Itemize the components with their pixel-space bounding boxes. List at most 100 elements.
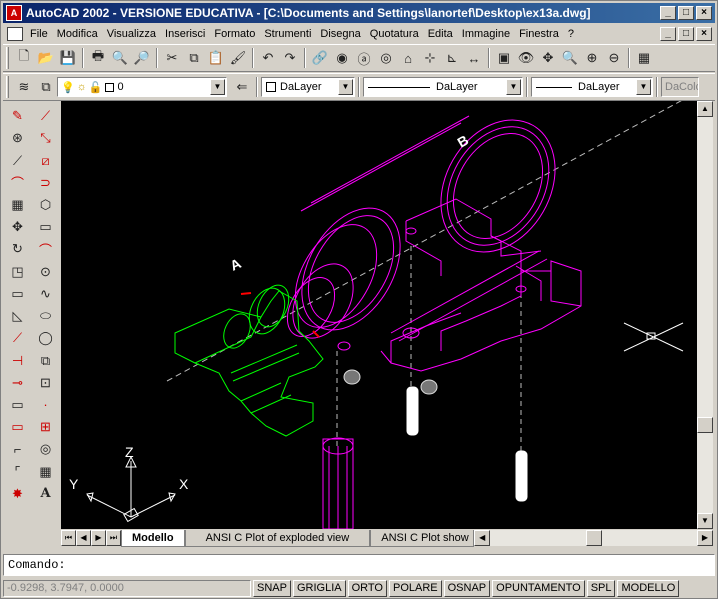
zoom-previous-icon[interactable]: ⊖ <box>603 47 625 69</box>
tab-modello[interactable]: Modello <box>121 529 185 547</box>
doc-restore-button[interactable]: □ <box>678 26 694 41</box>
polar-toggle[interactable]: POLARE <box>388 580 442 597</box>
scroll-down-icon[interactable]: ▼ <box>697 513 713 529</box>
line-icon[interactable]: ✎ <box>7 105 29 127</box>
scale-icon[interactable]: ◳ <box>7 261 29 283</box>
zoom-window-icon[interactable]: ⊕ <box>581 47 603 69</box>
grid-toggle[interactable]: GRIGLIA <box>292 580 346 597</box>
polyline-icon[interactable]: ⌒ <box>7 172 29 194</box>
paste-icon[interactable]: 📋 <box>205 47 227 69</box>
menu-immagine[interactable]: Immagine <box>459 28 516 40</box>
chamfer-icon[interactable]: ▭ <box>7 394 29 416</box>
minimize-button[interactable]: _ <box>660 6 676 20</box>
menu-quotatura[interactable]: Quotatura <box>367 28 425 40</box>
multiline-text-icon[interactable]: A <box>35 483 57 505</box>
osnap-toggle[interactable]: OSNAP <box>443 580 491 597</box>
explode-tool-icon[interactable]: ✸ <box>7 483 29 505</box>
distance-icon[interactable]: ↔ <box>463 47 485 69</box>
fillet-icon[interactable]: ⌐ <box>7 438 29 460</box>
open-file-icon[interactable]: 📂 <box>35 47 57 69</box>
menu-formato[interactable]: Formato <box>211 28 261 40</box>
layer-combo[interactable]: 💡 ☼ 🔓 0 ▼ <box>57 77 227 97</box>
ellipse-arc-icon[interactable]: ◯ <box>35 327 57 349</box>
array-icon[interactable]: ⬡ <box>35 194 57 216</box>
3d-orbit-icon[interactable]: 👁 <box>515 47 537 69</box>
hatch-icon[interactable]: ⊞ <box>35 416 57 438</box>
autocad-online-icon[interactable]: ⓐ <box>353 47 375 69</box>
properties-icon[interactable]: ▦ <box>633 47 655 69</box>
copy-object-icon[interactable]: ⤡ <box>35 127 57 149</box>
menu-modifica[interactable]: Modifica <box>54 28 104 40</box>
layer-previous-icon[interactable]: ⇐ <box>231 76 253 98</box>
table-icon[interactable]: ▦ <box>35 461 57 483</box>
command-line[interactable]: Comando: <box>3 554 715 576</box>
scroll-up-icon[interactable]: ▲ <box>697 101 713 117</box>
named-views-icon[interactable]: ▣ <box>493 47 515 69</box>
ortho-toggle[interactable]: ORTO <box>347 580 387 597</box>
revcloud-icon[interactable]: ▭ <box>35 216 57 238</box>
meet-now-icon[interactable]: ◎ <box>375 47 397 69</box>
scroll-thumb-vertical[interactable] <box>697 417 713 433</box>
construction-line-icon[interactable]: ⊛ <box>7 127 29 149</box>
lineweight-combo[interactable]: DaLayer ▼ <box>531 77 653 97</box>
layer-dropdown-arrow[interactable]: ▼ <box>210 79 225 95</box>
menu-file[interactable]: File <box>27 28 54 40</box>
horizontal-scrollbar[interactable]: ◀ ▶ <box>474 530 713 546</box>
tab-ansi-c-show[interactable]: ANSI C Plot show <box>370 529 475 547</box>
next-tab-icon[interactable]: ▶ <box>91 530 106 546</box>
print-icon[interactable]: 🖶 <box>87 47 109 69</box>
zoom-realtime-icon[interactable]: 🔍 <box>559 47 581 69</box>
doc-close-button[interactable]: × <box>696 26 712 41</box>
close-button[interactable]: × <box>696 6 712 20</box>
linetype-dropdown-arrow[interactable]: ▼ <box>506 79 521 95</box>
offset-icon[interactable]: ⊃ <box>35 172 57 194</box>
toolbar-grip[interactable] <box>6 47 9 69</box>
color-dropdown-arrow[interactable]: ▼ <box>338 79 353 95</box>
menu-inserisci[interactable]: Inserisci <box>162 28 211 40</box>
undo-icon[interactable]: ↶ <box>257 47 279 69</box>
trim-icon[interactable]: ⟋ <box>7 327 29 349</box>
hyperlink-icon[interactable]: 🔗 <box>309 47 331 69</box>
prev-tab-icon[interactable]: ◀ <box>76 530 91 546</box>
first-tab-icon[interactable]: ⏮ <box>61 530 76 546</box>
document-icon[interactable] <box>7 26 23 41</box>
menu-strumenti[interactable]: Strumenti <box>261 28 317 40</box>
publish-icon[interactable]: ⌂ <box>397 47 419 69</box>
drawing-area[interactable]: A B Z Y X <box>61 101 697 529</box>
explode-icon[interactable]: ▭ <box>7 416 29 438</box>
layer-manager-icon[interactable]: ≋ <box>13 76 35 98</box>
scroll-left-icon[interactable]: ◀ <box>474 530 491 546</box>
stretch-icon[interactable]: ◺ <box>7 305 29 327</box>
doc-minimize-button[interactable]: _ <box>660 26 676 41</box>
menu-visualizza[interactable]: Visualizza <box>104 28 162 40</box>
move-icon[interactable]: ✥ <box>7 216 29 238</box>
pan-icon[interactable]: ✥ <box>537 47 559 69</box>
rectangle-icon[interactable]: ▭ <box>7 283 29 305</box>
make-block-icon[interactable]: ⊡ <box>35 372 57 394</box>
color-combo[interactable]: DaLayer ▼ <box>261 77 355 97</box>
vertical-scrollbar[interactable]: ▲ ▼ <box>697 101 713 529</box>
menu-edita[interactable]: Edita <box>425 28 459 40</box>
menu-help[interactable]: ? <box>565 28 580 40</box>
ucs-icon[interactable]: ⊾ <box>441 47 463 69</box>
tab-ansi-c-exploded[interactable]: ANSI C Plot of exploded view <box>184 529 371 547</box>
redo-icon[interactable]: ↷ <box>279 47 301 69</box>
otrack-toggle[interactable]: OPUNTAMENTO <box>492 580 585 597</box>
linetype-combo[interactable]: DaLayer ▼ <box>363 77 523 97</box>
erase-icon[interactable]: ⟋ <box>35 105 57 127</box>
insert-block-icon[interactable]: ⧉ <box>35 349 57 371</box>
menu-finestra[interactable]: Finestra <box>516 28 565 40</box>
today-icon[interactable]: ◉ <box>331 47 353 69</box>
match-properties-icon[interactable]: 🖌 <box>227 47 249 69</box>
polygon-icon[interactable]: ▦ <box>7 194 29 216</box>
maximize-button[interactable]: □ <box>678 6 694 20</box>
point-icon[interactable]: · <box>35 394 57 416</box>
mirror-icon[interactable]: ⧄ <box>35 149 57 171</box>
last-tab-icon[interactable]: ⏭ <box>106 530 121 546</box>
object-snap-icon[interactable]: ⊹ <box>419 47 441 69</box>
coordinate-display[interactable]: -0.9298, 3.7947, 0.0000 <box>3 580 251 597</box>
multiline-icon[interactable]: ⟋ <box>7 149 29 171</box>
circle-icon[interactable]: ⊙ <box>35 261 57 283</box>
lineweight-toggle[interactable]: SPL <box>586 580 616 597</box>
save-icon[interactable]: 💾 <box>57 47 79 69</box>
